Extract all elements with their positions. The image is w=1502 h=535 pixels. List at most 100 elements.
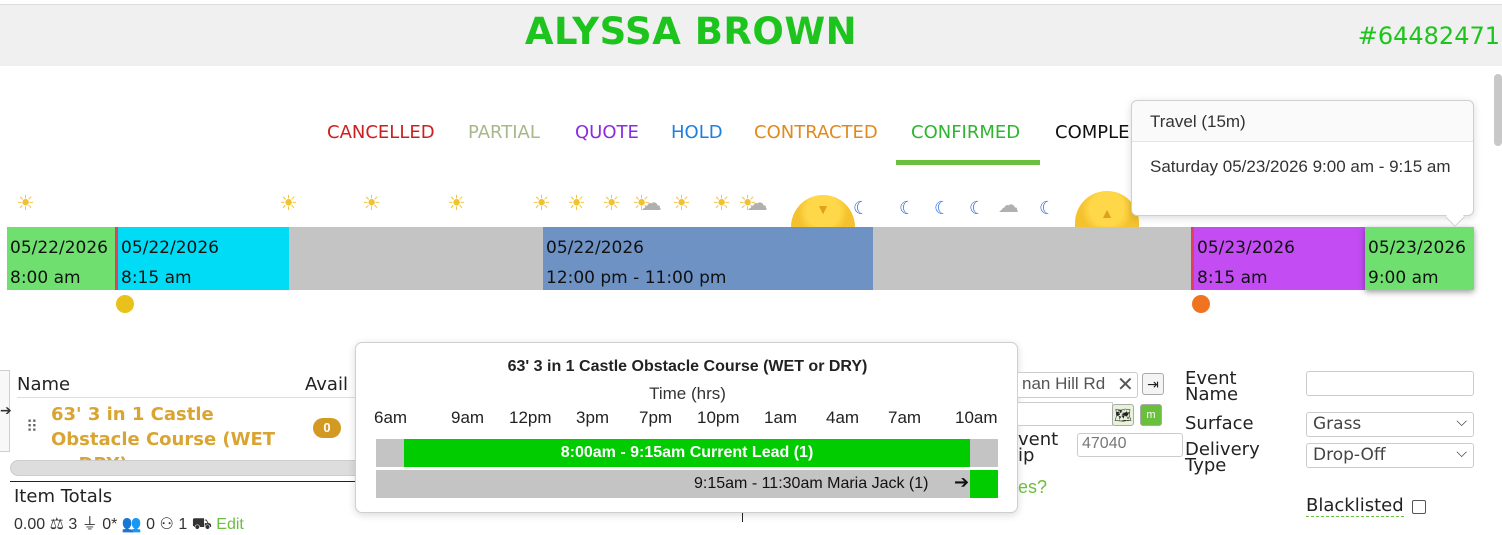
segment-time: 12:00 pm - 11:00 pm — [546, 268, 727, 288]
cloud-icon: ☁ — [998, 194, 1019, 217]
event-name-label: Event Name — [1185, 368, 1239, 405]
event-zip-input[interactable]: 47040 — [1077, 433, 1183, 457]
timeline-segment[interactable]: 05/23/2026 8:15 am — [1194, 227, 1365, 290]
active-tab-indicator — [896, 160, 1040, 165]
tooltip-title: Travel (15m) — [1132, 101, 1473, 142]
timeline-segment[interactable]: 05/22/2026 8:15 am — [118, 227, 289, 290]
booking-bar-label[interactable]: 9:15am - 11:30am Maria Jack (1) — [694, 470, 928, 498]
plug-icon: ⏚ — [81, 516, 98, 533]
moon-icon: ☾ — [934, 198, 951, 218]
blacklisted-checkbox[interactable] — [1412, 500, 1426, 514]
total-vehicles: 1 — [178, 516, 188, 533]
tab-quote[interactable]: QUOTE — [575, 122, 639, 143]
availability-popup: 63' 3 in 1 Castle Obstacle Course (WET o… — [355, 342, 1018, 513]
popup-title: 63' 3 in 1 Castle Obstacle Course (WET o… — [507, 358, 868, 375]
sun-icon: ☀ — [279, 192, 298, 215]
column-header-name[interactable]: Name — [17, 374, 70, 395]
event-name-input[interactable] — [1306, 371, 1474, 396]
tab-contracted[interactable]: CONTRACTED — [754, 122, 878, 143]
moon-icon: ☾ — [969, 198, 986, 218]
segment-time: 9:00 am — [1368, 268, 1439, 288]
delivery-type-value: Drop-Off — [1313, 445, 1386, 465]
arrow-right-icon: ➔ — [954, 472, 970, 492]
blacklisted-label: Blacklisted — [1306, 495, 1404, 517]
sun-icon: ☀ — [712, 192, 731, 215]
time-tick: 3pm — [576, 408, 610, 427]
event-zip-label: vent ip — [1018, 429, 1059, 466]
sunrise-icon: ▲ — [1075, 191, 1139, 227]
status-dot — [116, 295, 134, 313]
delivery-type-select[interactable]: Drop-Off ⌵ — [1306, 443, 1474, 468]
segment-date: 05/23/2026 — [1197, 238, 1295, 258]
popup-axis-label: Time (hrs) — [649, 384, 726, 403]
schedule-timeline: 05/22/2026 8:00 am 05/22/2026 8:15 am 05… — [7, 227, 1474, 290]
header-divider — [17, 397, 357, 398]
time-tick: 10am — [955, 408, 998, 427]
total-staff: 0* — [102, 516, 118, 533]
partly-cloudy-icon: ☀☁ — [738, 192, 768, 215]
booking-bar-current[interactable]: 8:00am - 9:15am Current Lead (1) — [404, 439, 970, 467]
item-totals-row: 0.00 ⚖ 3 ⏚ 0* 👥 0 ⚇ 1 ⛟ Edit — [14, 510, 244, 535]
tab-cancelled[interactable]: CANCELLED — [327, 122, 435, 143]
sun-icon: ☀ — [602, 192, 621, 215]
moon-icon: ☾ — [1039, 198, 1056, 218]
order-number[interactable]: #64482471 — [1358, 22, 1500, 50]
travel-tooltip: Travel (15m) Saturday 05/23/2026 9:00 am… — [1131, 100, 1474, 216]
map-marker-icon[interactable]: m — [1140, 404, 1162, 426]
sun-icon: ☀ — [532, 192, 551, 215]
edit-totals-link[interactable]: Edit — [216, 516, 244, 533]
timeline-segment-selected[interactable]: 05/23/2026 9:00 am — [1365, 227, 1474, 290]
clear-icon[interactable]: ✕ — [1117, 372, 1134, 397]
status-dot — [1192, 295, 1210, 313]
timeline-segment[interactable]: 05/22/2026 12:00 pm - 11:00 pm — [543, 227, 873, 290]
address-line2-input[interactable] — [1018, 402, 1113, 426]
totals-divider — [10, 481, 370, 482]
sun-icon: ☀ — [16, 192, 35, 215]
segment-date: 05/22/2026 — [546, 238, 644, 258]
column-header-avail[interactable]: Avail — [305, 374, 348, 395]
drag-handle-icon[interactable]: ⠿ — [26, 417, 38, 437]
time-tick: 10pm — [697, 408, 740, 427]
moon-icon: ☾ — [899, 198, 916, 218]
tab-partial[interactable]: PARTIAL — [468, 122, 540, 143]
total-outlets: 3 — [68, 516, 78, 533]
map-icon[interactable]: 🗺 — [1112, 404, 1134, 426]
time-tick: 7am — [888, 408, 922, 427]
time-tick: 6am — [374, 408, 408, 427]
surface-label: Surface — [1185, 413, 1254, 434]
booking-track: 8:00am - 9:15am Current Lead (1) — [376, 439, 998, 467]
export-icon[interactable]: ⇥ — [1142, 373, 1164, 395]
tab-completed[interactable]: COMPLE — [1055, 122, 1130, 143]
timeline-segment[interactable]: 05/22/2026 8:00 am — [7, 227, 116, 290]
group-icon: ⚇ — [159, 516, 174, 533]
total-crew: 0 — [146, 516, 156, 533]
sun-icon: ☀ — [672, 192, 691, 215]
moon-icon: ☾ — [853, 198, 870, 218]
partial-link[interactable]: es? — [1018, 477, 1047, 498]
segment-date: 05/22/2026 — [10, 238, 108, 258]
arrow-right-icon[interactable]: ➔ — [0, 402, 12, 419]
segment-date: 05/22/2026 — [121, 238, 219, 258]
tooltip-body: Saturday 05/23/2026 9:00 am - 9:15 am — [1150, 157, 1451, 176]
time-tick: 9am — [451, 408, 485, 427]
chevron-down-icon: ⌵ — [1456, 414, 1467, 430]
booking-bar-overlap[interactable] — [970, 470, 998, 498]
surface-select[interactable]: Grass ⌵ — [1306, 412, 1474, 437]
avail-badge[interactable]: 0 — [313, 418, 341, 438]
tab-confirmed[interactable]: CONFIRMED — [911, 122, 1020, 143]
time-tick: 7pm — [639, 408, 673, 427]
time-tick: 1am — [764, 408, 798, 427]
time-tick: 12pm — [509, 408, 552, 427]
table-scrollbar[interactable] — [10, 460, 380, 476]
people-icon: 👥 — [121, 516, 142, 533]
page-scrollbar[interactable] — [1494, 74, 1502, 146]
sunset-icon: ▼ — [791, 195, 855, 227]
sun-icon: ☀ — [447, 192, 466, 215]
partly-cloudy-icon: ☀☁ — [632, 192, 662, 215]
surface-value: Grass — [1313, 414, 1362, 434]
sun-icon: ☀ — [567, 192, 586, 215]
delivery-type-label: Delivery Type — [1185, 439, 1260, 476]
segment-date: 05/23/2026 — [1368, 238, 1466, 258]
tab-hold[interactable]: HOLD — [671, 122, 723, 143]
segment-time: 8:00 am — [10, 268, 81, 288]
